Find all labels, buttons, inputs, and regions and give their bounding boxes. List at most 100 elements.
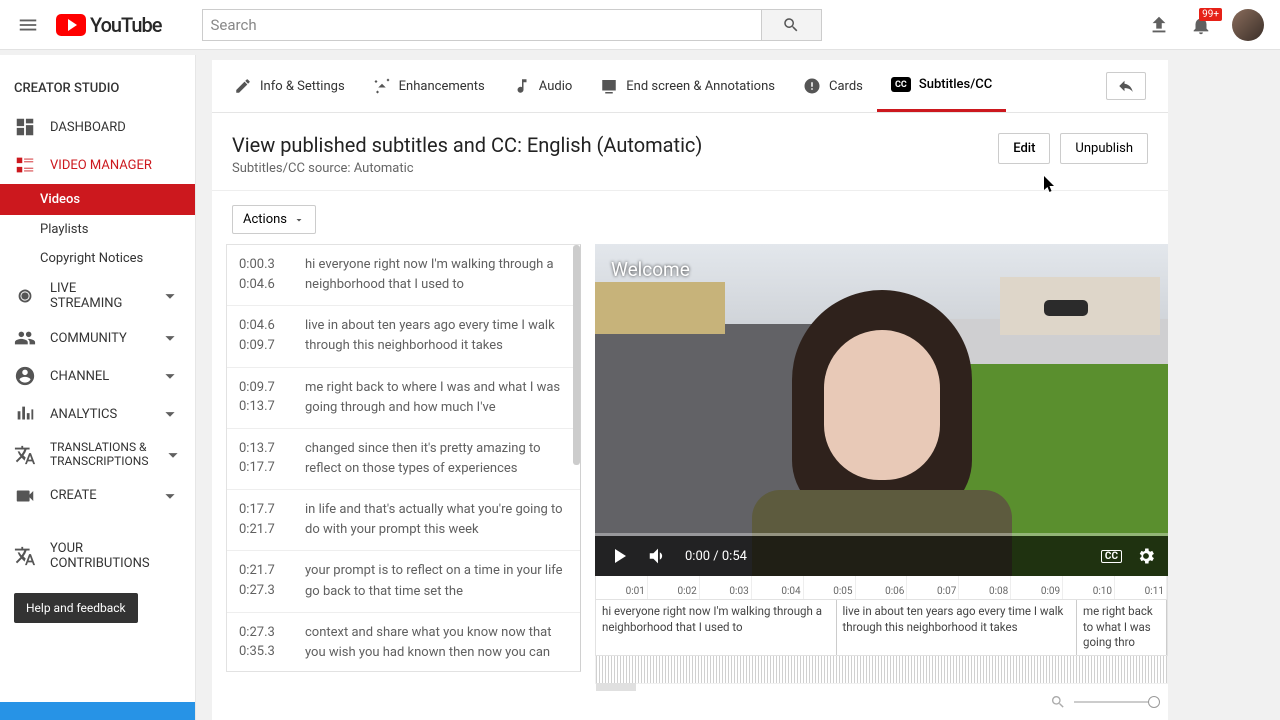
upload-icon[interactable] [1148,14,1170,36]
caption-row[interactable]: 0:17.70:21.7in life and that's actually … [227,490,580,551]
sidebar-item-copyright[interactable]: Copyright Notices [0,244,195,273]
chevron-down-icon [159,365,181,387]
tab-enhancements[interactable]: Enhancements [359,60,499,112]
help-feedback-button[interactable]: Help and feedback [14,593,138,623]
volume-button[interactable] [647,545,669,567]
caption-text: context and share what you know now that… [305,623,568,663]
audio-waveform[interactable] [595,656,1168,684]
sidebar-item-videos[interactable]: Videos [0,184,195,215]
sidebar-item-dashboard[interactable]: DASHBOARD [0,108,195,146]
caption-time: 0:13.70:17.7 [239,439,287,479]
page-subtitle: Subtitles/CC source: Automatic [232,161,982,176]
caption-time: 0:04.60:09.7 [239,316,287,356]
menu-icon[interactable] [16,13,40,37]
tab-end-screen[interactable]: End screen & Annotations [586,60,789,112]
caption-row[interactable]: 0:04.60:09.7 live in about ten years ago … [227,306,580,367]
caption-row[interactable]: 0:21.70:27.3your prompt is to reflect on… [227,551,580,612]
sidebar-item-contributions[interactable]: YOUR CONTRIBUTIONS [0,533,195,579]
tab-subtitles-cc[interactable]: CCSubtitles/CC [877,60,1006,112]
page-title: View published subtitles and CC: English… [232,133,982,157]
youtube-logo[interactable]: YouTube [56,13,162,37]
caption-time: 0:21.70:27.3 [239,561,287,601]
avatar[interactable] [1232,9,1264,41]
sidebar-title: CREATOR STUDIO [0,69,195,108]
sidebar-item-label: COMMUNITY [50,331,127,346]
caret-down-icon [293,214,305,226]
timeline-segment[interactable]: live in about ten years ago every time I… [837,600,1078,655]
play-button[interactable] [607,544,631,568]
sidebar-item-analytics[interactable]: ANALYTICS [0,395,195,433]
caption-text: me right back to where I was and what I … [305,378,568,418]
notifications-icon[interactable]: 99+ [1190,14,1212,36]
sidebar-item-live-streaming[interactable]: LIVE STREAMING [0,273,195,319]
ruler-tick: 0:02 [648,576,700,599]
settings-gear-icon[interactable] [1136,546,1156,566]
timeline-segment[interactable]: hi everyone right now I'm walking throug… [596,600,837,655]
tab-cards[interactable]: Cards [789,60,877,112]
search-button[interactable] [762,9,822,41]
sidebar-item-label: CHANNEL [50,369,109,384]
sidebar-item-label: VIDEO MANAGER [50,158,152,173]
ruler-tick: 0:06 [856,576,908,599]
actions-dropdown[interactable]: Actions [232,205,316,234]
ruler-tick: 0:05 [804,576,856,599]
sidebar-item-translations[interactable]: TRANSLATIONS & TRANSCRIPTIONS [0,433,195,477]
chevron-down-icon [159,285,181,307]
chevron-down-icon [159,403,181,425]
caption-row[interactable]: 0:00.30:04.6hi everyone right now I'm wa… [227,245,580,306]
video-time: 0:00 / 0:54 [685,549,747,564]
ruler-tick: 0:01 [596,576,648,599]
tab-info-settings[interactable]: Info & Settings [220,60,359,112]
page-header: View published subtitles and CC: English… [212,113,1168,191]
top-bar: YouTube 99+ [0,0,1280,50]
caption-text: hi everyone right now I'm walking throug… [305,255,568,295]
chevron-down-icon [159,485,181,507]
video-controls: 0:00 / 0:54 CC [595,536,1168,576]
video-overlay-title: Welcome [611,258,690,281]
back-to-video-button[interactable] [1106,72,1146,100]
caption-time: 0:17.70:21.7 [239,500,287,540]
sidebar-item-playlists[interactable]: Playlists [0,215,195,244]
cc-toggle[interactable]: CC [1101,550,1122,563]
timeline-scrollbar[interactable] [596,683,636,691]
notification-badge: 99+ [1199,8,1222,21]
sidebar: CREATOR STUDIO DASHBOARD VIDEO MANAGER V… [0,55,196,720]
ruler-tick: 0:11 [1115,576,1167,599]
search-icon [782,16,800,34]
unpublish-button[interactable]: Unpublish [1060,133,1148,164]
timeline-segments[interactable]: hi everyone right now I'm walking throug… [595,600,1168,656]
reply-icon [1117,77,1135,95]
search-form [202,9,822,41]
video-frame [595,244,1168,576]
sidebar-item-community[interactable]: COMMUNITY [0,319,195,357]
caption-text: live in about ten years ago every time I… [305,316,568,356]
caption-row[interactable]: 0:09.70:13.7 me right back to where I was… [227,368,580,429]
editor-tabs: Info & Settings Enhancements Audio End s… [212,60,1168,113]
zoom-icon [1050,694,1066,710]
sidebar-item-create[interactable]: CREATE [0,477,195,515]
caption-row[interactable]: 0:13.70:17.7changed since then it's pret… [227,429,580,490]
video-player[interactable]: Welcome 0:00 / 0:54 CC [595,244,1168,576]
sidebar-item-label: LIVE STREAMING [50,281,145,311]
logo-text: YouTube [90,13,162,37]
edit-button[interactable]: Edit [998,133,1050,164]
ruler-tick: 0:08 [959,576,1011,599]
chevron-down-icon [162,444,184,466]
caption-list[interactable]: 0:00.30:04.6hi everyone right now I'm wa… [226,244,581,672]
ruler-tick: 0:10 [1063,576,1115,599]
chevron-down-icon [159,327,181,349]
sidebar-item-label: ANALYTICS [50,407,117,422]
sidebar-item-channel[interactable]: CHANNEL [0,357,195,395]
search-input[interactable] [202,9,762,41]
ruler-tick: 0:04 [752,576,804,599]
zoom-slider[interactable] [1074,701,1154,703]
scrollbar[interactable] [573,245,580,465]
timeline-segment[interactable]: me right back to what I was going thro [1077,600,1167,655]
ruler-tick: 0:03 [700,576,752,599]
sidebar-item-video-manager[interactable]: VIDEO MANAGER [0,146,195,184]
sidebar-item-label: YOUR CONTRIBUTIONS [50,541,181,571]
timeline-ruler[interactable]: 0:010:020:030:040:050:060:070:080:090:10… [595,576,1168,600]
tab-audio[interactable]: Audio [499,60,586,112]
caption-row[interactable]: 0:27.30:35.3context and share what you k… [227,613,580,672]
caption-time: 0:09.70:13.7 [239,378,287,418]
